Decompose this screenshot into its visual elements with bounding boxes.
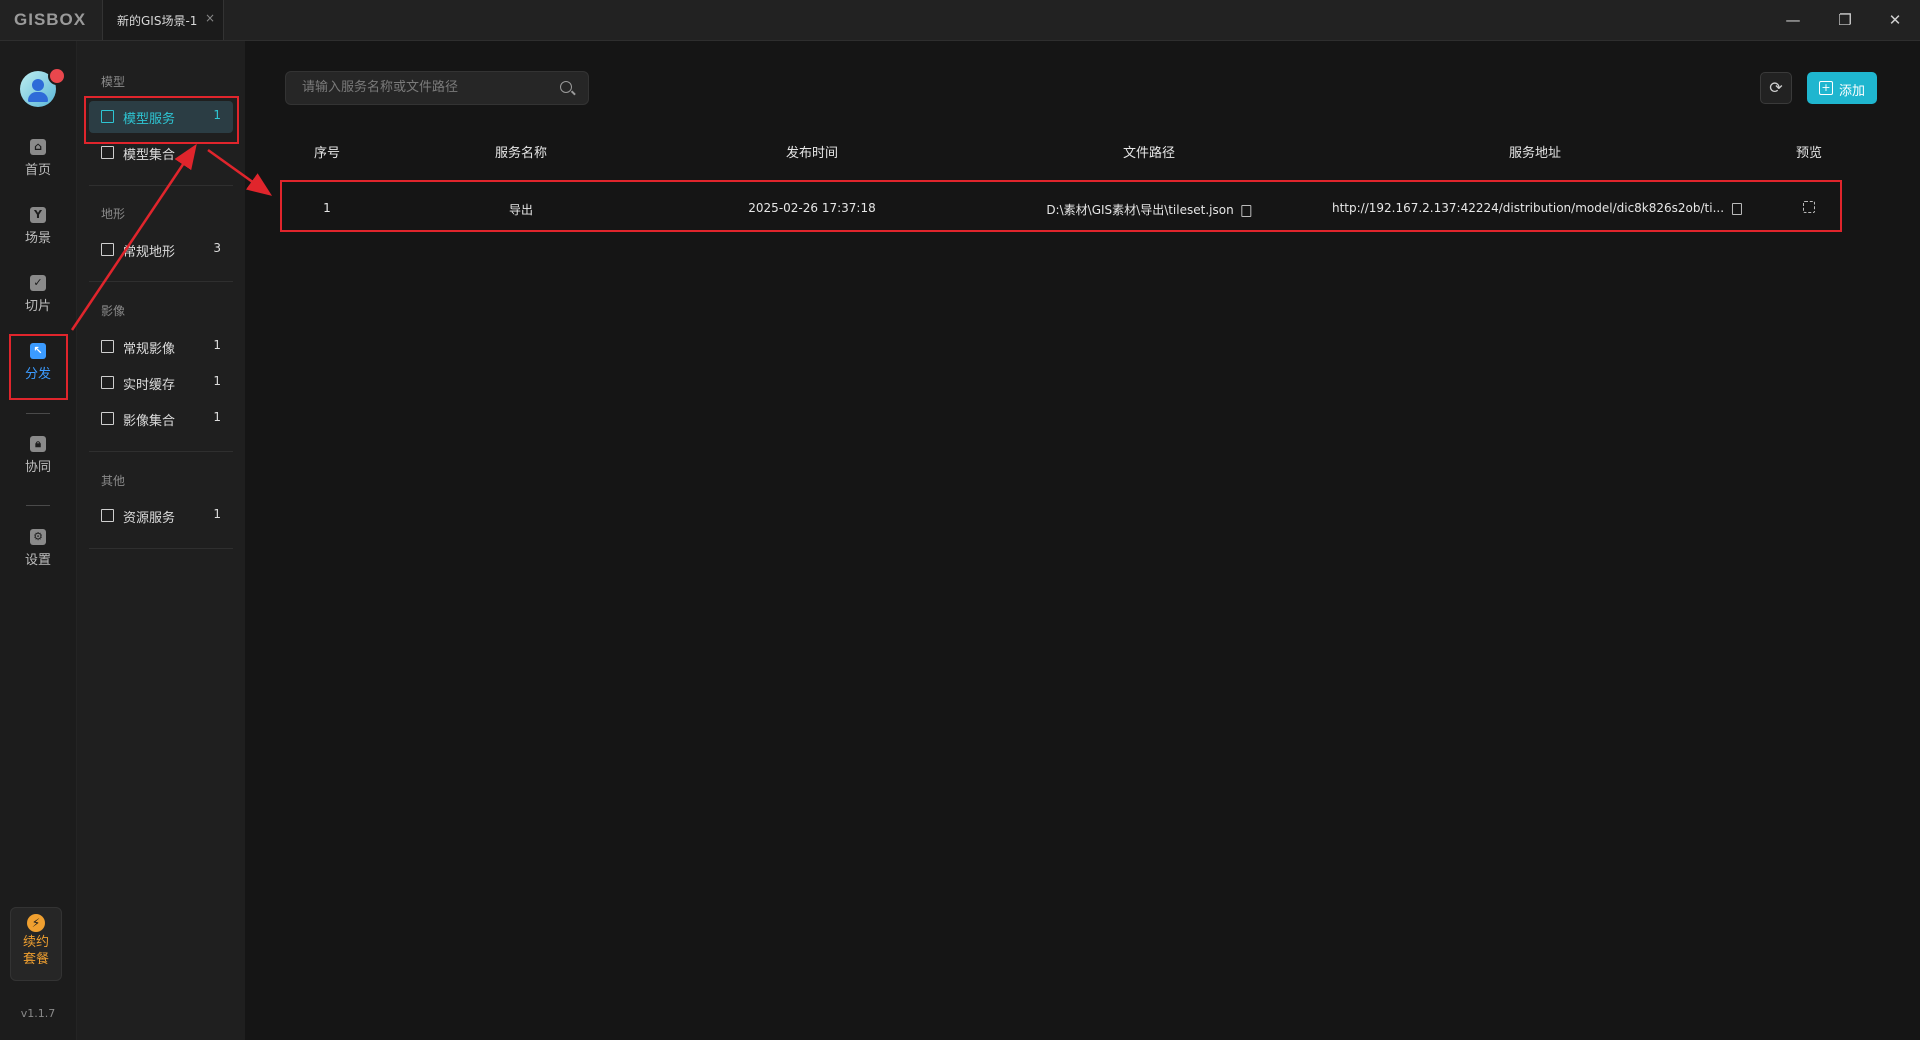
notification-badge-icon — [48, 67, 66, 85]
terrain-icon — [101, 243, 114, 256]
refresh-button[interactable]: ⟳ — [1760, 72, 1792, 104]
highlight-box-table-row — [280, 180, 1842, 232]
nav-label: 首页 — [24, 163, 51, 178]
sidebar-item-count: 3 — [213, 241, 221, 255]
sidebar-item-realtime-cache[interactable]: 实时缓存 1 — [89, 367, 233, 399]
avatar[interactable] — [20, 67, 66, 107]
resource-icon — [101, 509, 114, 522]
model-icon — [101, 146, 114, 159]
tab-close-icon[interactable]: × — [205, 11, 215, 25]
nav-collaborate[interactable]: 🔒︎ 协同 — [8, 426, 68, 482]
imagery-collection-icon — [101, 412, 114, 425]
renew-label-line2: 套餐 — [22, 952, 49, 967]
nav-slice[interactable]: ✓ 切片 — [8, 265, 68, 321]
add-button[interactable]: + 添加 — [1807, 72, 1877, 104]
nav-home[interactable]: ⌂ 首页 — [8, 129, 68, 185]
renew-plan-button[interactable]: ⚡ 续约 套餐 — [10, 907, 62, 981]
minimize-button[interactable]: — — [1778, 8, 1808, 32]
sidebar-item-imagery-collection[interactable]: 影像集合 1 — [89, 403, 233, 435]
column-header-preview: 预览 — [1795, 146, 1823, 161]
column-header-url: 服务地址 — [1508, 146, 1562, 161]
scene-tab[interactable]: 新的GIS场景-1 × — [102, 0, 224, 40]
gear-icon: ⚙ — [30, 529, 46, 545]
nav-settings[interactable]: ⚙ 设置 — [8, 519, 68, 575]
search-icon[interactable] — [560, 81, 572, 93]
renew-label-line1: 续约 — [22, 935, 49, 950]
highlight-box-distribute-nav — [9, 334, 68, 400]
sidebar-item-terrain[interactable]: 常规地形 3 — [89, 234, 233, 266]
service-sidebar: 模型 模型服务 1 模型集合 地形 常规地形 3 影像 常规影像 1 实时缓存 … — [77, 41, 245, 1040]
nav-label: 设置 — [24, 553, 51, 568]
plus-icon: + — [1819, 81, 1833, 95]
search-input[interactable] — [300, 79, 544, 96]
sidebar-item-count: 1 — [213, 338, 221, 352]
nav-divider — [26, 413, 50, 414]
imagery-icon — [101, 340, 114, 353]
home-icon: ⌂ — [30, 139, 46, 155]
avatar-body — [28, 92, 48, 102]
sidebar-divider — [89, 451, 233, 452]
sidebar-divider — [89, 185, 233, 186]
column-header-index: 序号 — [313, 146, 341, 161]
maximize-button[interactable]: ❐ — [1830, 8, 1860, 32]
sidebar-divider — [89, 281, 233, 282]
app-logo: GISBOX — [14, 10, 87, 29]
avatar-head — [32, 79, 44, 91]
sidebar-item-resource-service[interactable]: 资源服务 1 — [89, 500, 233, 532]
sidebar-item-label: 实时缓存 — [123, 378, 176, 393]
sidebar-item-count: 1 — [213, 507, 221, 521]
sidebar-item-imagery[interactable]: 常规影像 1 — [89, 331, 233, 363]
sidebar-item-label: 常规影像 — [123, 342, 176, 357]
sidebar-item-count: 1 — [213, 374, 221, 388]
lightning-icon: ⚡ — [27, 914, 45, 932]
highlight-box-model-service — [84, 96, 239, 144]
cache-icon — [101, 376, 114, 389]
section-title-imagery: 影像 — [101, 304, 126, 318]
nav-label: 协同 — [24, 460, 51, 475]
sidebar-item-count: 1 — [213, 410, 221, 424]
title-bar: GISBOX 新的GIS场景-1 × — ❐ ✕ — [0, 0, 1920, 41]
section-title-model: 模型 — [101, 75, 126, 89]
version-label: v1.1.7 — [20, 1007, 56, 1020]
nav-scene[interactable]: Y 场景 — [8, 197, 68, 253]
sidebar-divider — [89, 548, 233, 549]
column-header-path: 文件路径 — [1122, 146, 1176, 161]
left-nav: ⌂ 首页 Y 场景 ✓ 切片 ↖ 分发 🔒︎ 协同 ⚙ 设置 ⚡ 续约 套餐 v… — [0, 41, 77, 1040]
sidebar-item-label: 模型集合 — [123, 148, 176, 163]
nav-label: 场景 — [24, 231, 51, 246]
search-box[interactable] — [285, 71, 589, 105]
sidebar-item-label: 常规地形 — [123, 245, 176, 260]
close-window-button[interactable]: ✕ — [1880, 8, 1910, 32]
lock-icon: 🔒︎ — [30, 436, 46, 452]
section-title-terrain: 地形 — [101, 207, 126, 221]
column-header-name: 服务名称 — [494, 146, 548, 161]
nav-label: 切片 — [24, 299, 51, 314]
sidebar-item-label: 资源服务 — [123, 511, 176, 526]
tab-label: 新的GIS场景-1 — [117, 14, 198, 28]
section-title-other: 其他 — [101, 474, 126, 488]
nav-divider — [26, 505, 50, 506]
column-header-time: 发布时间 — [785, 146, 839, 161]
sidebar-item-label: 影像集合 — [123, 414, 176, 429]
scene-icon: Y — [30, 207, 46, 223]
slice-icon: ✓ — [30, 275, 46, 291]
add-button-label: 添加 — [1839, 84, 1866, 99]
